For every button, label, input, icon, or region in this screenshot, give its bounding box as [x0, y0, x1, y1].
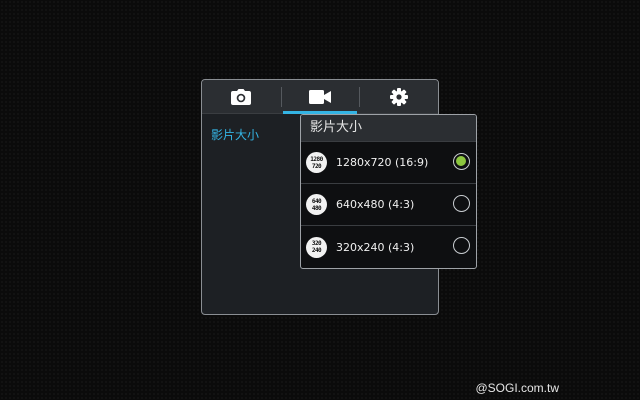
video-size-dropdown: 影片大小 1280 720 1280x720 (16:9) 640 480 64… [300, 114, 477, 269]
radio-button[interactable] [453, 237, 470, 254]
camera-icon [231, 88, 252, 105]
resolution-640x480-icon: 640 480 [306, 194, 327, 215]
camera-screen: 影片大小 影片大小 1280 720 1280x720 (16:9) 640 4… [0, 0, 640, 400]
dropdown-title: 影片大小 [301, 115, 476, 142]
video-camera-icon [309, 89, 331, 104]
option-label: 640x480 (4:3) [336, 198, 415, 211]
radio-button-selected[interactable] [453, 153, 470, 170]
watermark: @SOGI.com.tw [475, 381, 559, 395]
tab-settings[interactable] [359, 80, 438, 113]
option-label: 1280x720 (16:9) [336, 156, 429, 169]
video-size-setting[interactable]: 影片大小 [211, 126, 259, 143]
option-1280x720[interactable]: 1280 720 1280x720 (16:9) [301, 142, 476, 184]
resolution-320x240-icon: 320 240 [306, 236, 327, 258]
option-640x480[interactable]: 640 480 640x480 (4:3) [301, 184, 476, 226]
tab-video[interactable] [280, 80, 360, 114]
settings-tab-bar [202, 80, 438, 114]
gear-icon [389, 87, 408, 106]
option-320x240[interactable]: 320 240 320x240 (4:3) [301, 226, 476, 268]
tab-photo[interactable] [202, 80, 281, 113]
radio-button[interactable] [453, 195, 470, 212]
resolution-1280x720-icon: 1280 720 [306, 152, 327, 173]
option-label: 320x240 (4:3) [336, 240, 415, 254]
